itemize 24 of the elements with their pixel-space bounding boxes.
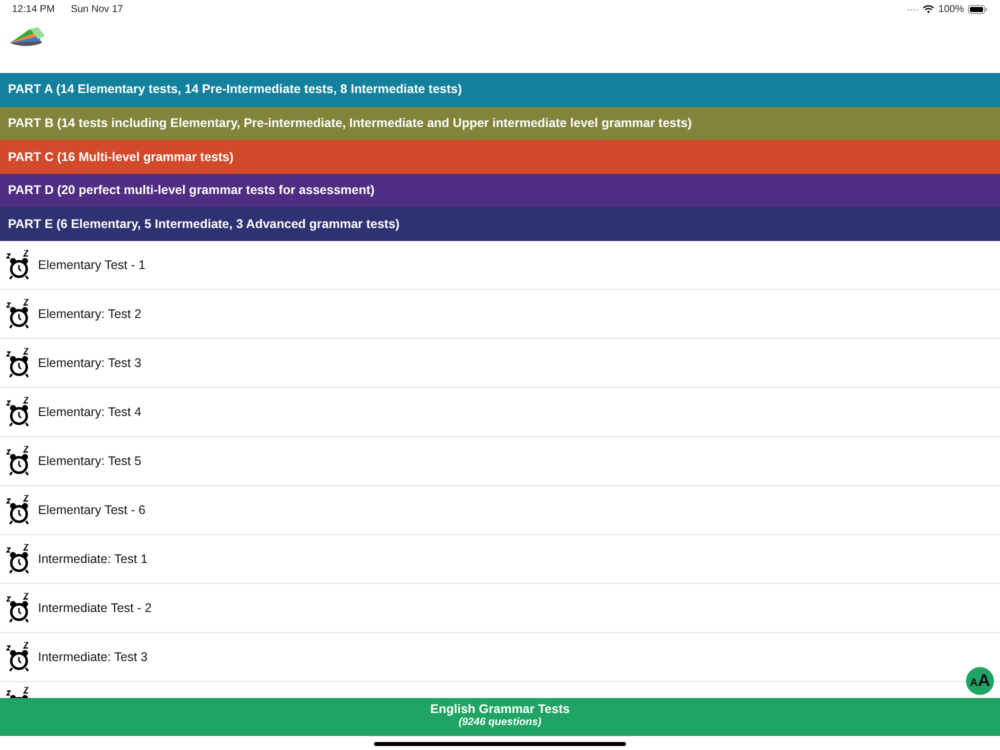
logo-drawing xyxy=(8,27,46,49)
signal-icon xyxy=(907,7,920,11)
test-title[interactable]: Elementary Test - 1 xyxy=(38,256,146,274)
part-header[interactable]: PART D (20 perfect multi-level grammar tests for assessment) xyxy=(0,174,1000,208)
status-date: Sun Nov 17 xyxy=(70,2,124,16)
test-title[interactable]: Elementary Test - 6 xyxy=(38,500,146,520)
test-title[interactable]: Intermediate: Test 1 xyxy=(38,550,148,568)
part-header[interactable]: PART B (14 tests including Elementary, Pre-intermediate, Intermediate and Upper intermediate level grammar tests) xyxy=(0,106,1000,140)
part-header[interactable]: PART C (16 Multi-level grammar tests) xyxy=(0,140,1000,174)
test-title[interactable]: Elementary: Test 3 xyxy=(38,354,142,372)
font-size-button[interactable]: AA xyxy=(966,667,994,695)
footer-title: English Grammar Tests xyxy=(429,702,571,716)
footer-subtitle: (9246 questions) xyxy=(458,716,542,728)
test-title[interactable]: Elementary: Test 5 xyxy=(38,452,142,470)
test-title[interactable]: Intermediate: Test 3 xyxy=(38,648,148,666)
test-title[interactable]: Elementary: Test 4 xyxy=(38,402,142,422)
test-title[interactable]: Intermediate Test - 2 xyxy=(38,598,152,618)
part-header[interactable]: PART A (14 Elementary tests, 14 Pre-Intermediate tests, 8 Intermediate tests) xyxy=(0,73,1000,107)
battery-icon xyxy=(968,4,988,14)
wifi-icon xyxy=(923,5,934,13)
test-title[interactable]: Elementary: Test 2 xyxy=(38,304,142,324)
battery-percent: 100% xyxy=(938,2,964,16)
status-time: 12:14 PM xyxy=(12,2,55,16)
part-header[interactable]: PART E (6 Elementary, 5 Intermediate, 3 Advanced grammar tests) xyxy=(0,207,1000,241)
